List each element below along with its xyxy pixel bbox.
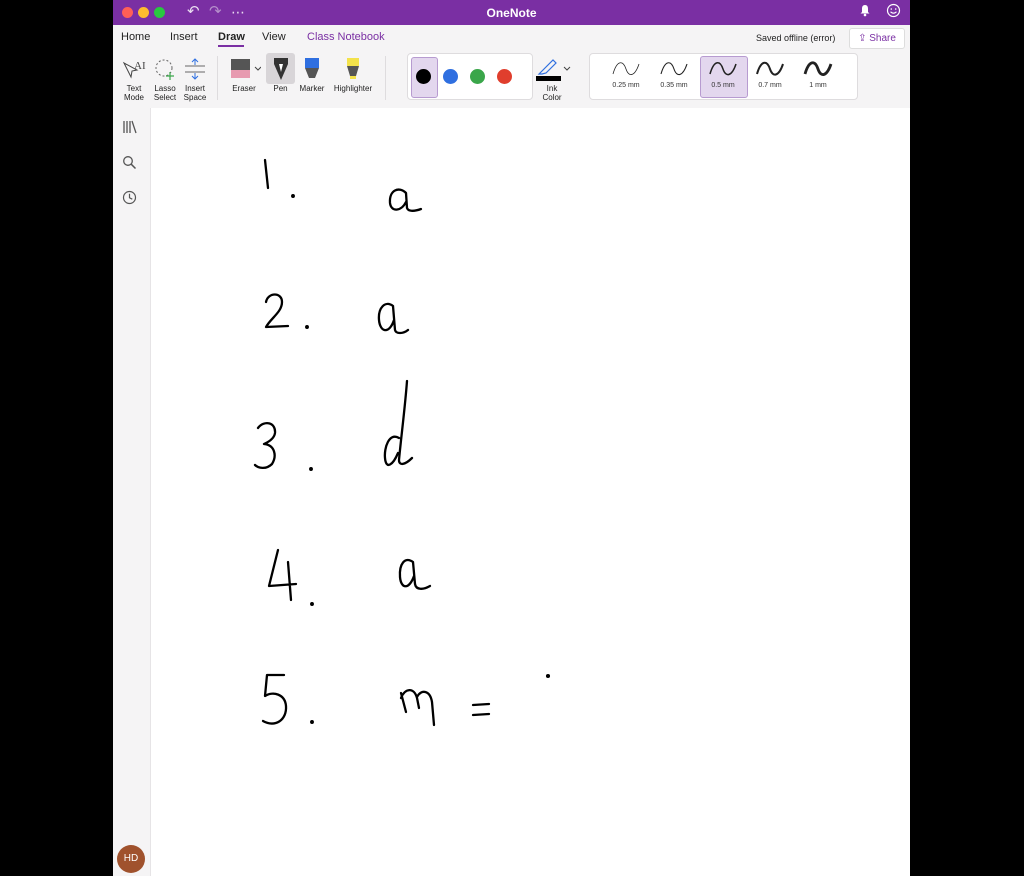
width-label: 0.35 mm xyxy=(660,82,688,89)
text-mode-label-2: Mode xyxy=(123,93,144,102)
ink-color-icon xyxy=(533,54,571,84)
ink-answer-3: d xyxy=(383,379,414,467)
smiley-icon[interactable] xyxy=(886,3,901,22)
width-label: 1 mm xyxy=(809,82,827,89)
ink-color-label-1: Ink xyxy=(546,84,558,93)
ink-answer-5: m = xyxy=(399,673,551,727)
ink-answer-1: a xyxy=(388,188,423,212)
save-status: Saved offline (error) xyxy=(756,33,836,43)
recent-icon[interactable] xyxy=(122,190,137,208)
tab-draw[interactable]: Draw xyxy=(218,31,245,43)
svg-text:AI: AI xyxy=(134,60,146,72)
text-mode-icon: AI xyxy=(119,54,149,84)
avatar[interactable]: HD xyxy=(117,845,145,873)
onenote-window: ↶ ↷ ⋯ OneNote Home Insert Draw View Clas… xyxy=(113,0,910,876)
width-stroke-icon xyxy=(709,62,737,76)
marker-label: Marker xyxy=(299,84,325,93)
tab-class-notebook[interactable]: Class Notebook xyxy=(307,31,385,43)
marker-icon xyxy=(297,54,327,84)
width-label: 0.25 mm xyxy=(612,82,640,89)
ink-color-label-2: Color xyxy=(542,93,562,102)
pen-icon xyxy=(266,54,295,84)
app-title: OneNote xyxy=(486,6,537,20)
notebooks-icon[interactable] xyxy=(122,120,138,137)
ink-number-3: 3. xyxy=(253,422,313,471)
ink-number-1: 1. xyxy=(263,158,295,198)
width-stroke-icon xyxy=(660,62,688,76)
eraser-button[interactable]: Eraser xyxy=(227,54,261,93)
text-mode-button[interactable]: AI Text Mode xyxy=(119,54,149,102)
color-black-swatch[interactable] xyxy=(416,69,431,84)
width-label: 0.7 mm xyxy=(758,82,782,89)
width-option-0-35[interactable]: 0.35 mm xyxy=(651,58,697,89)
width-option-1[interactable]: 1 mm xyxy=(795,58,841,89)
share-button[interactable]: ⇪ Share xyxy=(849,28,905,49)
ribbon-divider xyxy=(217,56,218,100)
width-label: 0.5 mm xyxy=(711,82,735,89)
width-option-0-7[interactable]: 0.7 mm xyxy=(747,58,793,89)
draw-ribbon: AI Text Mode Lasso Select Insert Space E… xyxy=(113,50,910,109)
color-blue-swatch[interactable] xyxy=(443,69,458,84)
ink-answer-4: a xyxy=(398,558,432,590)
color-red-swatch[interactable] xyxy=(497,69,512,84)
insert-space-icon xyxy=(180,54,210,84)
pen-label: Pen xyxy=(273,84,288,93)
tab-insert[interactable]: Insert xyxy=(170,31,198,43)
ink-number-4: 4. xyxy=(267,548,314,606)
ink-layer: 1. a 2. a 3. d 4. a 5. m = xyxy=(253,158,551,727)
width-stroke-icon xyxy=(803,61,833,76)
ink-number-5: 5. xyxy=(261,673,314,725)
ribbon-divider xyxy=(385,56,386,100)
lasso-select-button[interactable]: Lasso Select xyxy=(150,54,180,102)
highlighter-label: Highlighter xyxy=(333,84,373,93)
ink-color-button[interactable]: Ink Color xyxy=(533,54,571,102)
text-mode-label-1: Text xyxy=(126,84,142,93)
insert-space-button[interactable]: Insert Space xyxy=(180,54,210,102)
highlighter-button[interactable]: Highlighter xyxy=(329,54,377,93)
width-stroke-icon xyxy=(612,62,640,75)
lasso-label-1: Lasso xyxy=(154,84,176,93)
width-stroke-icon xyxy=(756,61,784,76)
ink-color-palette xyxy=(407,53,533,100)
bell-icon[interactable] xyxy=(859,4,871,20)
ink-answer-2: a xyxy=(377,302,410,335)
lasso-icon xyxy=(150,54,180,84)
pen-width-picker: 0.25 mm 0.35 mm 0.5 mm 0.7 mm 1 mm xyxy=(589,53,858,100)
eraser-icon xyxy=(227,54,261,84)
width-option-0-5[interactable]: 0.5 mm xyxy=(700,58,746,89)
highlighter-icon xyxy=(329,54,377,84)
title-bar: ↶ ↷ ⋯ OneNote xyxy=(113,0,910,25)
insert-space-label-1: Insert xyxy=(184,84,205,93)
width-option-0-25[interactable]: 0.25 mm xyxy=(603,58,649,89)
eraser-label: Eraser xyxy=(232,84,256,93)
active-tab-indicator xyxy=(218,45,244,47)
marker-button[interactable]: Marker xyxy=(297,54,327,93)
tab-view[interactable]: View xyxy=(262,31,286,43)
color-green-swatch[interactable] xyxy=(470,69,485,84)
navigation-rail xyxy=(113,108,151,876)
share-label: Share xyxy=(869,33,896,44)
share-icon: ⇪ xyxy=(858,33,867,44)
search-icon[interactable] xyxy=(122,155,137,173)
insert-space-label-2: Space xyxy=(183,93,207,102)
lasso-label-2: Select xyxy=(153,93,177,102)
ink-number-2: 2. xyxy=(264,293,309,329)
pen-button[interactable]: Pen xyxy=(266,54,295,93)
tab-home[interactable]: Home xyxy=(121,31,150,43)
page-canvas[interactable]: 1. a 2. a 3. d xyxy=(151,108,910,876)
